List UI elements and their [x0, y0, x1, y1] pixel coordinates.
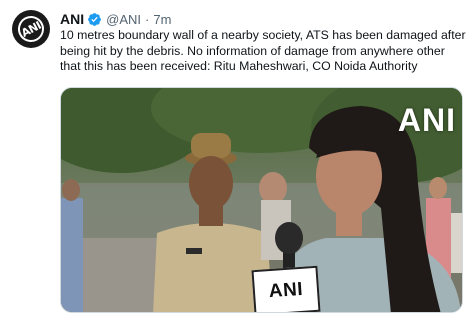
tweet-header: ANI @ANI · 7m — [60, 10, 171, 28]
ani-logo: ANI — [13, 11, 49, 47]
separator-dot: · — [145, 11, 150, 27]
author-handle[interactable]: @ANI — [106, 12, 141, 27]
avatar-logo-text: ANI — [18, 18, 44, 40]
media-watermark: ANI — [397, 102, 456, 138]
verified-badge-icon — [87, 12, 102, 27]
tweet[interactable]: ANI ANI @ANI · 7m 10 metres boundary wal… — [0, 0, 474, 322]
tweet-text: 10 metres boundary wall of a nearby soci… — [60, 28, 466, 73]
tweet-media-image[interactable]: ANI ANI — [60, 87, 463, 313]
mic-flag-text: ANI — [268, 278, 304, 303]
author-name[interactable]: ANI — [60, 11, 84, 27]
tweet-timestamp[interactable]: 7m — [153, 12, 171, 27]
avatar[interactable]: ANI — [12, 10, 50, 48]
mic-flag-logo: ANI — [251, 265, 321, 312]
